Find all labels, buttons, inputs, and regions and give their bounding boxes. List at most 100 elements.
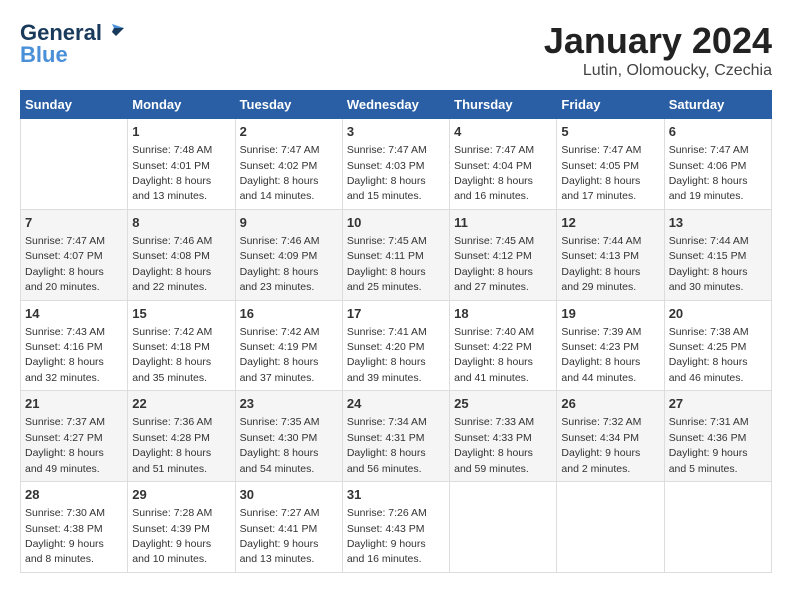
sunrise-text: Sunrise: 7:41 AM [347, 326, 427, 338]
header-friday: Friday [557, 91, 664, 119]
day-number: 6 [669, 123, 767, 141]
daylight-text: Daylight: 8 hours and 25 minutes. [347, 266, 426, 293]
subtitle: Lutin, Olomoucky, Czechia [544, 62, 772, 80]
sunrise-text: Sunrise: 7:47 AM [25, 235, 105, 247]
sunset-text: Sunset: 4:41 PM [240, 523, 318, 535]
sunrise-text: Sunrise: 7:45 AM [454, 235, 534, 247]
calendar-cell: 5Sunrise: 7:47 AMSunset: 4:05 PMDaylight… [557, 119, 664, 210]
day-number: 28 [25, 486, 123, 504]
week-row-5: 28Sunrise: 7:30 AMSunset: 4:38 PMDayligh… [21, 482, 772, 573]
sunset-text: Sunset: 4:07 PM [25, 250, 103, 262]
title-area: January 2024 Lutin, Olomoucky, Czechia [544, 20, 772, 80]
sunrise-text: Sunrise: 7:48 AM [132, 144, 212, 156]
logo-bird-icon [104, 22, 126, 44]
daylight-text: Daylight: 8 hours and 51 minutes. [132, 447, 211, 474]
day-number: 8 [132, 214, 230, 232]
daylight-text: Daylight: 8 hours and 27 minutes. [454, 266, 533, 293]
calendar-cell: 21 Sunrise: 7:37 AM Sunset: 4:27 PM Dayligh… [21, 391, 128, 482]
sunrise-text: Sunrise: 7:43 AM [25, 326, 105, 338]
calendar-cell [664, 482, 771, 573]
day-number: 31 [347, 486, 445, 504]
page-header: General Blue January 2024 Lutin, Olomouc… [20, 20, 772, 80]
sunset-text: Sunset: 4:23 PM [561, 341, 639, 353]
sunset-text: Sunset: 4:28 PM [132, 432, 210, 444]
sunset-text: Sunset: 4:18 PM [132, 341, 210, 353]
daylight-text: Daylight: 8 hours and 13 minutes. [132, 175, 211, 202]
header-saturday: Saturday [664, 91, 771, 119]
daylight-text: Daylight: 8 hours and 30 minutes. [669, 266, 748, 293]
sunset-text: Sunset: 4:27 PM [25, 432, 103, 444]
sunset-text: Sunset: 4:05 PM [561, 160, 639, 172]
week-row-2: 7 Sunrise: 7:47 AM Sunset: 4:07 PM Daylight… [21, 209, 772, 300]
sunrise-text: Sunrise: 7:37 AM [25, 416, 105, 428]
day-number: 11 [454, 214, 552, 232]
calendar-cell: 7Sunrise: 7:47 AMSunset: 4:07 PMDaylight… [21, 209, 128, 300]
calendar-cell: 8Sunrise: 7:46 AMSunset: 4:08 PMDaylight… [128, 209, 235, 300]
daylight-text: Daylight: 8 hours and 35 minutes. [132, 356, 211, 383]
day-number: 7 [25, 214, 123, 232]
calendar-cell: 19 Sunrise: 7:39 AM Sunset: 4:23 PM Dayligh… [557, 300, 664, 391]
day-number: 23 [240, 395, 338, 413]
calendar-cell: 26Sunrise: 7:32 AMSunset: 4:34 PMDayligh… [557, 391, 664, 482]
calendar-cell: 10Sunrise: 7:45 AMSunset: 4:11 PMDayligh… [342, 209, 449, 300]
daylight-text: Daylight: 9 hours and 13 minutes. [240, 538, 319, 565]
day-number: 22 [132, 395, 230, 413]
sunrise-text: Sunrise: 7:36 AM [132, 416, 212, 428]
day-number: 4 [454, 123, 552, 141]
day-number: 24 [347, 395, 445, 413]
logo: General Blue [20, 20, 126, 68]
sunrise-text: Sunrise: 7:39 AM [561, 326, 641, 338]
sunset-text: Sunset: 4:19 PM [240, 341, 318, 353]
day-number: 17 [347, 305, 445, 323]
calendar-cell [450, 482, 557, 573]
sunset-text: Sunset: 4:16 PM [25, 341, 103, 353]
daylight-text: Daylight: 8 hours and 44 minutes. [561, 356, 640, 383]
sunrise-text: Sunrise: 7:33 AM [454, 416, 534, 428]
logo-text-blue: Blue [20, 42, 68, 68]
sunset-text: Sunset: 4:34 PM [561, 432, 639, 444]
sunset-text: Sunset: 4:22 PM [454, 341, 532, 353]
calendar-cell: 12Sunrise: 7:44 AMSunset: 4:13 PMDayligh… [557, 209, 664, 300]
sunset-text: Sunset: 4:13 PM [561, 250, 639, 262]
sunset-text: Sunset: 4:01 PM [132, 160, 210, 172]
daylight-text: Daylight: 8 hours and 49 minutes. [25, 447, 104, 474]
day-number: 16 [240, 305, 338, 323]
daylight-text: Daylight: 9 hours and 16 minutes. [347, 538, 426, 565]
sunrise-text: Sunrise: 7:42 AM [132, 326, 212, 338]
sunrise-text: Sunrise: 7:47 AM [561, 144, 641, 156]
calendar-cell: 16Sunrise: 7:42 AMSunset: 4:19 PMDayligh… [235, 300, 342, 391]
day-number: 9 [240, 214, 338, 232]
calendar-cell: 4Sunrise: 7:47 AMSunset: 4:04 PMDaylight… [450, 119, 557, 210]
calendar-cell: 14Sunrise: 7:43 AMSunset: 4:16 PMDayligh… [21, 300, 128, 391]
day-number: 29 [132, 486, 230, 504]
calendar-cell [21, 119, 128, 210]
day-number: 14 [25, 305, 123, 323]
sunset-text: Sunset: 4:39 PM [132, 523, 210, 535]
daylight-text: Daylight: 8 hours and 22 minutes. [132, 266, 211, 293]
sunrise-text: Sunrise: 7:44 AM [669, 235, 749, 247]
sunset-text: Sunset: 4:09 PM [240, 250, 318, 262]
sunset-text: Sunset: 4:04 PM [454, 160, 532, 172]
calendar-cell [557, 482, 664, 573]
daylight-text: Daylight: 9 hours and 2 minutes. [561, 447, 640, 474]
sunset-text: Sunset: 4:15 PM [669, 250, 747, 262]
day-number: 19 [561, 305, 659, 323]
sunrise-text: Sunrise: 7:47 AM [240, 144, 320, 156]
calendar-cell: 20Sunrise: 7:38 AMSunset: 4:25 PMDayligh… [664, 300, 771, 391]
calendar-cell: 17Sunrise: 7:41 AMSunset: 4:20 PMDayligh… [342, 300, 449, 391]
daylight-text: Daylight: 9 hours and 10 minutes. [132, 538, 211, 565]
calendar-cell: 9Sunrise: 7:46 AMSunset: 4:09 PMDaylight… [235, 209, 342, 300]
sunrise-text: Sunrise: 7:46 AM [240, 235, 320, 247]
daylight-text: Daylight: 8 hours and 15 minutes. [347, 175, 426, 202]
day-number: 2 [240, 123, 338, 141]
sunset-text: Sunset: 4:43 PM [347, 523, 425, 535]
day-number: 15 [132, 305, 230, 323]
header-monday: Monday [128, 91, 235, 119]
calendar-header-row: SundayMondayTuesdayWednesdayThursdayFrid… [21, 91, 772, 119]
sunrise-text: Sunrise: 7:44 AM [561, 235, 641, 247]
sunset-text: Sunset: 4:11 PM [347, 250, 424, 262]
daylight-text: Daylight: 8 hours and 46 minutes. [669, 356, 748, 383]
daylight-text: Daylight: 9 hours and 8 minutes. [25, 538, 104, 565]
day-number: 21 [25, 395, 123, 413]
daylight-text: Daylight: 8 hours and 41 minutes. [454, 356, 533, 383]
